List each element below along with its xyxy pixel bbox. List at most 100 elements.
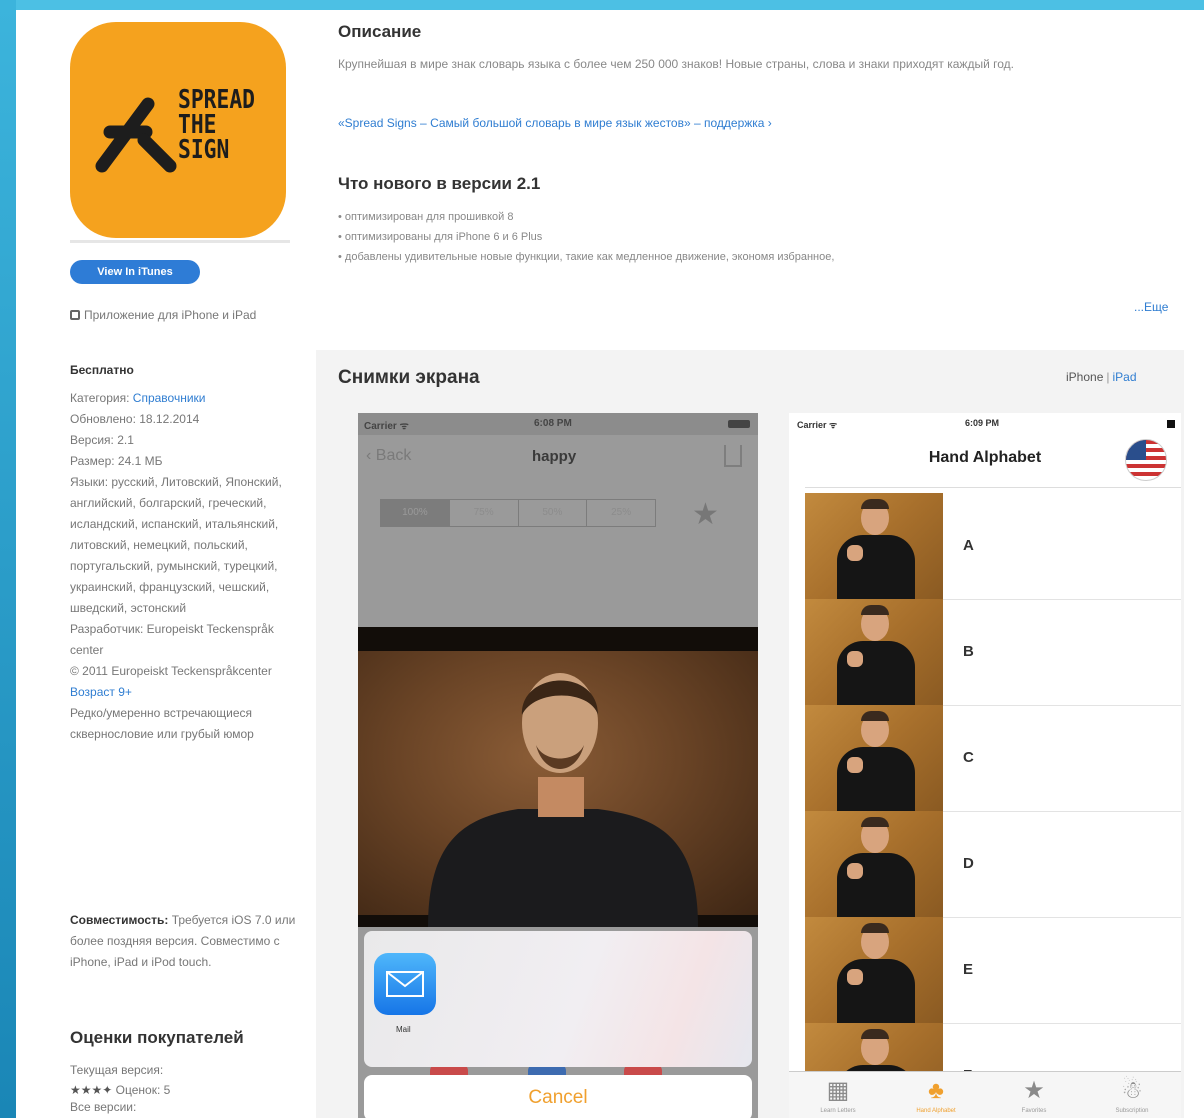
toggle-iphone[interactable]: iPhone bbox=[1066, 370, 1103, 384]
segment: 50% bbox=[519, 500, 588, 526]
rating-count: Оценок: 5 bbox=[115, 1083, 171, 1097]
battery-icon bbox=[1167, 420, 1175, 428]
whats-new-item: • оптимизированы для iPhone 6 и 6 Plus bbox=[338, 231, 543, 243]
app-store-page: SPREAD THE SIGN View In iTunes Приложени… bbox=[16, 10, 1204, 1118]
category-label: Категория: bbox=[70, 391, 130, 405]
tab-item: ▦ Learn Letters bbox=[789, 1072, 887, 1118]
share-sheet: Mail bbox=[364, 931, 752, 1067]
current-version-label: Текущая версия: bbox=[70, 1063, 164, 1077]
mail-icon bbox=[374, 953, 436, 1015]
screenshot-2[interactable]: Carrier ᯤ 6:09 PM Hand Alphabet ABCDEF ▦… bbox=[789, 413, 1181, 1118]
size: Размер: 24.1 МБ bbox=[70, 454, 163, 468]
tab-label: Learn Letters bbox=[820, 1108, 856, 1114]
copyright: © 2011 Europeiskt Teckenspråkcenter bbox=[70, 664, 272, 678]
rating-stars: ★★★✦ bbox=[70, 1083, 113, 1097]
sign-thumbnail bbox=[805, 599, 943, 705]
tab-icon: ★ bbox=[1023, 1077, 1045, 1104]
device-icon bbox=[70, 310, 80, 320]
nav-bar: ‹ Back happy bbox=[358, 435, 758, 483]
screenshot-1[interactable]: Carrier ᯤ 6:08 PM ‹ Back happy 100% 75% … bbox=[358, 413, 758, 1118]
view-in-itunes-button[interactable]: View In iTunes bbox=[70, 260, 200, 284]
envelope-flap-icon bbox=[386, 971, 424, 988]
clock: 6:09 PM bbox=[965, 418, 1000, 428]
segment: 100% bbox=[381, 500, 450, 526]
price: Бесплатно bbox=[70, 363, 134, 377]
alphabet-row: D bbox=[805, 811, 1181, 918]
compatibility: Совместимость: Требуется iOS 7.0 или бол… bbox=[70, 910, 306, 973]
tab-icon: ☃ bbox=[1121, 1077, 1143, 1104]
alphabet-letter: A bbox=[963, 537, 974, 554]
tab-label: Subscription bbox=[1115, 1108, 1149, 1114]
sign-thumbnail bbox=[805, 493, 943, 599]
developer: Разработчик: Europeiskt Teckenspråk cent… bbox=[70, 622, 274, 657]
mail-label: Mail bbox=[396, 1025, 411, 1034]
app-icon: SPREAD THE SIGN bbox=[70, 22, 286, 238]
share-icon bbox=[724, 445, 742, 467]
speed-segmented-control: 100% 75% 50% 25% bbox=[380, 499, 656, 527]
alphabet-letter: C bbox=[963, 749, 974, 766]
asterisk-logo-icon bbox=[95, 97, 177, 173]
tab-item: ☃ Subscription bbox=[1083, 1072, 1181, 1118]
toggle-ipad[interactable]: iPad bbox=[1113, 370, 1137, 384]
battery-icon bbox=[728, 420, 750, 428]
person-illustration bbox=[428, 673, 698, 927]
status-bar: Carrier ᯤ 6:08 PM bbox=[358, 413, 758, 435]
sign-thumbnail bbox=[805, 705, 943, 811]
ratings-title: Оценки покупателей bbox=[70, 1028, 244, 1047]
frame-left bbox=[0, 0, 16, 1118]
tab-icon: ♣ bbox=[928, 1077, 944, 1104]
back-button: ‹ Back bbox=[366, 447, 412, 464]
alphabet-letter: E bbox=[963, 961, 974, 978]
current-version-rating: Текущая версия: ★★★✦ Оценок: 5 bbox=[70, 1060, 170, 1100]
sign-video bbox=[358, 627, 758, 927]
sign-thumbnail bbox=[805, 811, 943, 917]
screenshots-title: Снимки экрана bbox=[338, 367, 480, 388]
frame-top bbox=[0, 0, 1204, 10]
alphabet-row: B bbox=[805, 599, 1181, 706]
category-link[interactable]: Справочники bbox=[133, 391, 206, 405]
all-versions-label: Все версии: bbox=[70, 1100, 137, 1114]
more-link[interactable]: ...Еще bbox=[1134, 300, 1168, 314]
alphabet-row: C bbox=[805, 705, 1181, 812]
whats-new-list: • оптимизирован для прошивкой 8 • оптими… bbox=[338, 207, 834, 267]
app-type-text: Приложение для iPhone и iPad bbox=[84, 308, 257, 322]
description-title: Описание bbox=[338, 22, 422, 41]
carrier: Carrier ᯤ bbox=[364, 421, 409, 432]
app-logo-text: SPREAD THE SIGN bbox=[178, 85, 256, 165]
cancel-button: Cancel bbox=[364, 1075, 752, 1118]
us-flag-icon bbox=[1125, 439, 1167, 481]
whats-new-item: • оптимизирован для прошивкой 8 bbox=[338, 211, 514, 223]
whats-new-title: Что нового в версии 2.1 bbox=[338, 174, 541, 193]
app-type: Приложение для iPhone и iPad bbox=[70, 306, 310, 325]
hand-alphabet-title: Hand Alphabet bbox=[928, 449, 1042, 466]
sign-thumbnail bbox=[805, 917, 943, 1023]
updated: Обновлено: 18.12.2014 bbox=[70, 412, 200, 426]
toggle-separator: | bbox=[1106, 370, 1110, 384]
tab-bar: ▦ Learn Letters ♣ Hand Alphabet ★ Favorites ☃ S… bbox=[789, 1071, 1181, 1118]
age-note: Редко/умеренно встречающиеся сквернослов… bbox=[70, 706, 254, 741]
whats-new-item: • добавлены удивительные новые функции, … bbox=[338, 251, 835, 263]
nav-title: happy bbox=[532, 448, 577, 465]
app-meta: Категория: Справочники Обновлено: 18.12.… bbox=[70, 388, 306, 745]
age-rating-link[interactable]: Возраст 9+ bbox=[70, 682, 306, 703]
clock: 6:08 PM bbox=[534, 418, 572, 429]
alphabet-letter: B bbox=[963, 643, 974, 660]
alphabet-row: E bbox=[805, 917, 1181, 1024]
star-icon: ★ bbox=[692, 498, 719, 531]
version: Версия: 2.1 bbox=[70, 433, 134, 447]
segment: 25% bbox=[611, 507, 632, 518]
category-row: Категория: Справочники bbox=[70, 388, 306, 409]
alphabet-row: A bbox=[805, 493, 1181, 600]
tab-item: ★ Favorites bbox=[985, 1072, 1083, 1118]
compatibility-label: Совместимость: bbox=[70, 913, 169, 927]
status-bar: Carrier ᯤ 6:09 PM bbox=[789, 413, 1181, 433]
description-body: Крупнейшая в мире знак словарь языка с б… bbox=[338, 57, 1014, 71]
device-toggle: iPhone | iPad bbox=[1066, 370, 1137, 384]
tab-label: Hand Alphabet bbox=[916, 1108, 956, 1114]
tab-icon: ▦ bbox=[826, 1077, 850, 1104]
icon-divider bbox=[70, 240, 290, 243]
tab-item: ♣ Hand Alphabet bbox=[887, 1072, 985, 1118]
divider bbox=[805, 487, 1181, 488]
carrier: Carrier ᯤ bbox=[797, 420, 838, 430]
support-link[interactable]: «Spread Signs – Самый большой словарь в … bbox=[338, 116, 772, 130]
